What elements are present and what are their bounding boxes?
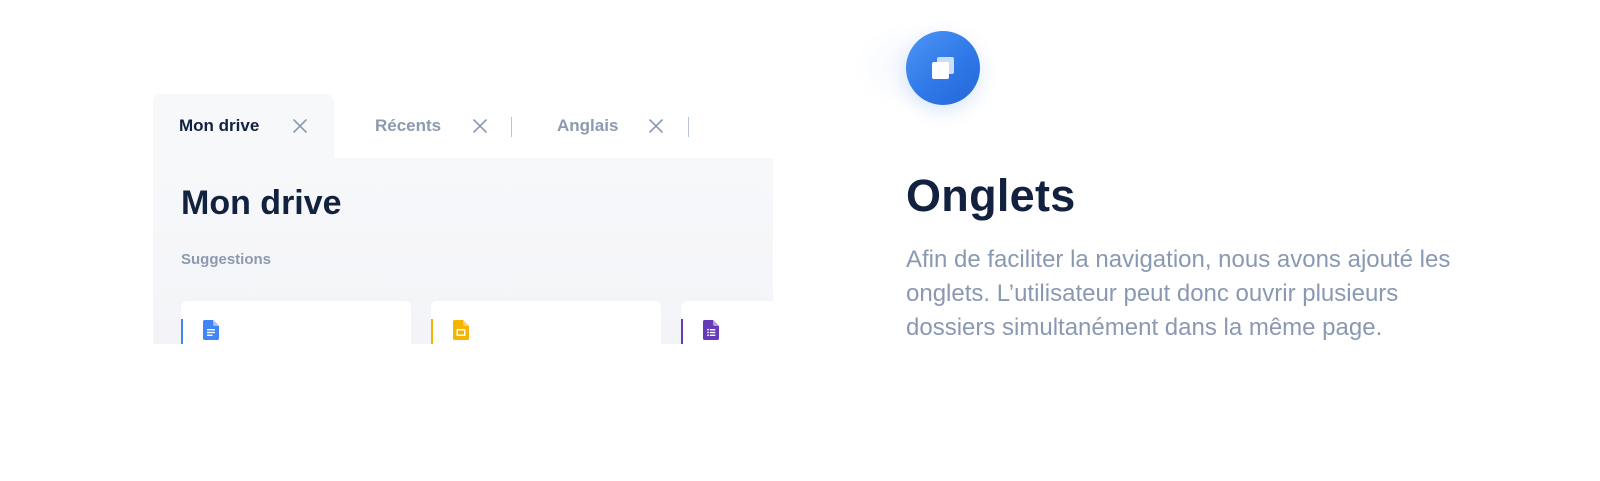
tab-mon-drive[interactable]: Mon drive	[153, 94, 334, 158]
drive-panel: Mon drive Suggestions	[153, 158, 773, 344]
tab-label: Anglais	[557, 116, 619, 135]
tab-label: Mon drive	[179, 116, 260, 135]
card-accent	[181, 319, 183, 344]
google-forms-icon	[703, 320, 719, 340]
drive-mockup: Mon drive Récents Anglais Mon drive Sugg…	[153, 94, 773, 344]
feature-slide: Mon drive Récents Anglais Mon drive Sugg…	[0, 0, 1600, 481]
google-slides-icon	[453, 320, 469, 340]
tab-bar: Mon drive Récents Anglais	[153, 94, 773, 158]
suggestion-card[interactable]	[431, 301, 661, 344]
card-accent	[681, 319, 683, 344]
feature-description: Afin de faciliter la navigation, nous av…	[906, 246, 1451, 341]
tabs-icon	[906, 31, 980, 105]
close-icon[interactable]	[292, 118, 308, 134]
tab-anglais[interactable]: Anglais	[533, 94, 703, 158]
close-icon[interactable]	[648, 118, 664, 134]
suggestion-card[interactable]	[181, 301, 411, 344]
tab-divider	[688, 117, 689, 137]
google-docs-icon	[203, 320, 219, 340]
close-icon[interactable]	[472, 118, 488, 134]
tab-label: Récents	[375, 116, 442, 135]
feature-title: Onglets	[906, 170, 1076, 221]
tab-recents[interactable]: Récents	[353, 94, 523, 158]
page-title: Mon drive	[181, 184, 342, 222]
suggestion-card[interactable]	[681, 301, 773, 344]
card-accent	[431, 319, 433, 344]
tab-divider	[511, 117, 512, 137]
section-label-suggestions: Suggestions	[181, 251, 272, 268]
